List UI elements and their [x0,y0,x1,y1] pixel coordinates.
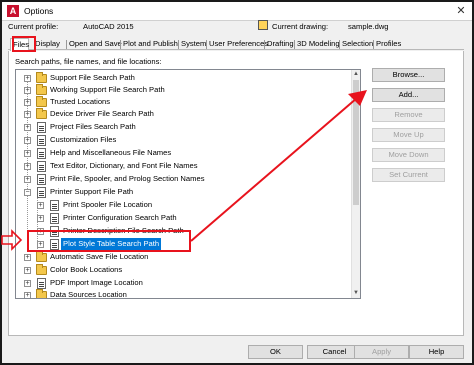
left-pointer-arrow-icon [1,229,23,251]
annotation-arrows [1,90,367,251]
diagonal-arrow-line [190,97,358,242]
